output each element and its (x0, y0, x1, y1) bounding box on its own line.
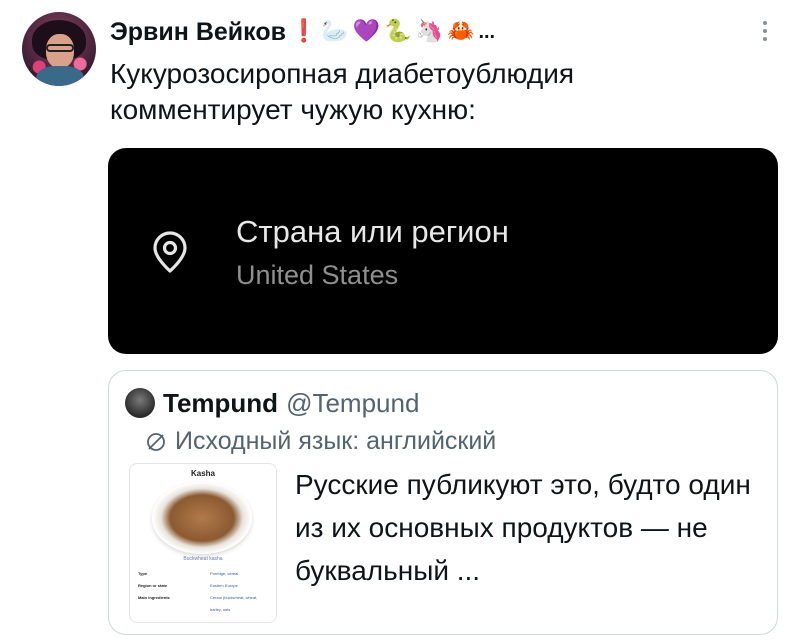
quote-text: Русские публикуют это, будто один из их … (295, 469, 751, 586)
infobox-row: Region or state Eastern Europe (138, 580, 270, 592)
infobox-value: Cereal (buckwheat, wheat, barley, oats (210, 595, 258, 612)
region-value: United States (236, 260, 399, 290)
avatar-body (36, 66, 84, 86)
tweet-text: Кукурозосиропная диабетоублюдия комменти… (110, 58, 575, 125)
dot (763, 37, 767, 41)
globe-icon (147, 432, 165, 451)
infobox-key: Type (138, 571, 148, 576)
thumbnail-infobox: Type Porridge, cereal Region or state Ea… (138, 568, 270, 616)
quote-media-thumbnail[interactable]: Kasha Buckwheat kasha Type Porridge, cer… (129, 463, 277, 623)
tweet-header: Эрвин Вейков ❗ 🦢 💜 🐍 🦄 🦀 ... (110, 14, 495, 50)
dot (763, 29, 767, 33)
infobox-value: Eastern Europe (210, 583, 238, 588)
more-options-icon[interactable] (760, 14, 770, 48)
quote-author-handle[interactable]: @Tempund (286, 388, 419, 419)
infobox-key: Region or state (138, 583, 168, 588)
quoted-tweet[interactable]: Tempund @Tempund Исходный язык: английск… (108, 370, 778, 635)
infobox-row: Type Porridge, cereal (138, 568, 270, 580)
translation-note[interactable]: Исходный язык: английский (145, 427, 496, 456)
infobox-value: Porridge, cereal (210, 571, 239, 576)
snake-emoji: 🐍 (384, 19, 412, 44)
thumbnail-caption: Buckwheat kasha (183, 556, 223, 562)
avatar-glasses (46, 44, 74, 52)
name-ellipsis: ... (478, 20, 496, 43)
swan-emoji: 🦢 (321, 19, 349, 44)
dot (763, 21, 767, 25)
infobox-key: Main ingredients (138, 595, 170, 600)
author-avatar[interactable] (22, 12, 96, 86)
exclamation-emoji: ❗ (290, 19, 318, 44)
author-name[interactable]: Эрвин Вейков (110, 18, 286, 47)
crab-emoji: 🦀 (447, 19, 475, 44)
media-screenshot[interactable]: Страна или регион United States (108, 148, 778, 354)
infobox-row: Main ingredients Cereal (buckwheat, whea… (138, 592, 270, 616)
translation-note-text: Исходный язык: английский (175, 427, 497, 455)
map-pin-icon (153, 231, 187, 273)
quote-avatar[interactable] (125, 388, 155, 418)
quote-author-name[interactable]: Tempund (163, 388, 278, 419)
purple-heart-emoji: 💜 (352, 19, 381, 44)
quote-header: Tempund @Tempund (125, 387, 419, 419)
unicorn-emoji: 🦄 (415, 19, 444, 44)
thumbnail-title: Kasha (190, 469, 215, 478)
kasha-bowl-image (152, 482, 252, 554)
region-title: Страна или регион (236, 214, 509, 249)
